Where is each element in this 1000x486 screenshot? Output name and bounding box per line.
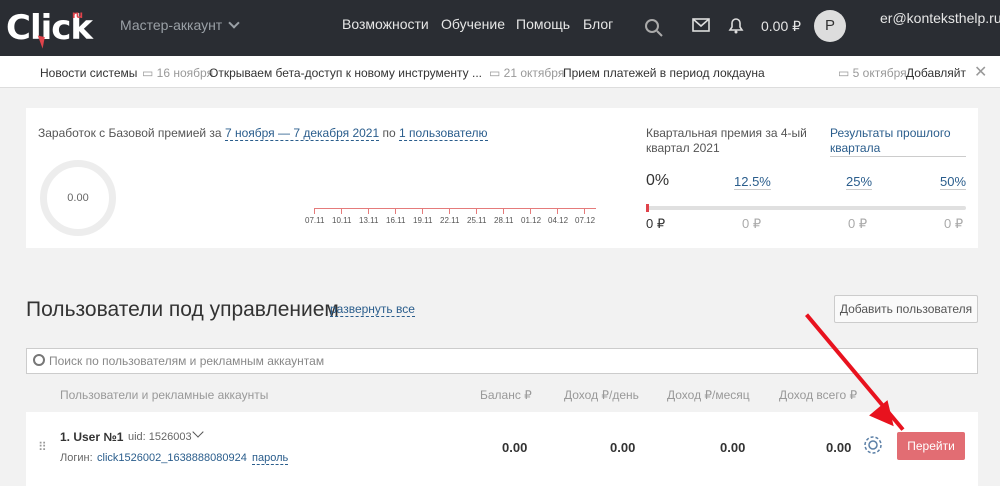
go-button[interactable]: Перейти	[897, 432, 965, 460]
level-2[interactable]: 25%	[846, 174, 873, 190]
news-label: Новости системы	[40, 66, 138, 80]
level-3[interactable]: 50%	[940, 174, 967, 190]
password-link[interactable]: пароль	[252, 452, 289, 465]
timeline-tick	[557, 209, 558, 214]
amount-0: 0 ₽	[646, 216, 666, 231]
timeline-date-label: 28.11	[494, 216, 514, 225]
results-link[interactable]: Результаты прошлого квартала	[830, 126, 966, 157]
avatar[interactable]: P	[814, 10, 846, 42]
timeline-tick	[530, 209, 531, 214]
news-item-3[interactable]: Добавляйт	[906, 66, 966, 80]
account-label: Мастер-аккаунт	[120, 17, 223, 33]
news-item-2[interactable]: Прием платежей в период локдауна	[563, 66, 765, 80]
col-day[interactable]: Доход ₽/день	[564, 388, 639, 402]
gear-icon[interactable]	[863, 435, 883, 455]
user-uid: uid: 1526003	[128, 431, 192, 443]
drag-handle-icon[interactable]: ⠿	[38, 440, 47, 454]
users-title: Пользователи под управлением	[26, 298, 339, 321]
timeline-tick	[422, 209, 423, 214]
news-date-1: ▭ 16 ноября	[142, 66, 214, 80]
add-user-button[interactable]: Добавить пользователя	[834, 295, 978, 323]
nav-blog[interactable]: Блог	[583, 16, 613, 32]
earnings-by: по	[382, 126, 396, 140]
timeline-tick	[368, 209, 369, 214]
month-value: 0.00	[720, 440, 746, 455]
earnings-title: Заработок с Базовой премией за 7 ноября …	[38, 126, 488, 141]
timeline-date-label: 13.11	[359, 216, 379, 225]
col-month[interactable]: Доход ₽/месяц	[667, 388, 750, 402]
balance: 0.00 ₽	[761, 18, 802, 34]
timeline-date-label: 04.12	[548, 216, 569, 225]
timeline-date-label: 16.11	[386, 216, 406, 225]
top-bar: Click ru Мастер-аккаунт Возможности Обуче…	[0, 0, 1000, 56]
col-users: Пользователи и рекламные аккаунты	[60, 388, 269, 402]
login-label: Логин:	[60, 452, 93, 464]
timeline-tick	[341, 209, 342, 214]
logo-sup: ru	[72, 10, 83, 21]
close-icon[interactable]: ✕	[974, 62, 987, 82]
level-1[interactable]: 12.5%	[734, 174, 771, 190]
timeline-date-label: 22.11	[440, 216, 460, 225]
timeline-tick	[584, 209, 585, 214]
expand-all-link[interactable]: развернуть все	[330, 302, 415, 317]
timeline-date-label: 25.11	[467, 216, 487, 225]
nav-help[interactable]: Помощь	[516, 16, 570, 32]
user-email[interactable]: er@konteksthelp.ru	[880, 10, 1000, 26]
account-switcher[interactable]: Мастер-аккаунт	[120, 17, 240, 33]
nav-features[interactable]: Возможности	[342, 16, 429, 32]
timeline-date-label: 19.11	[413, 216, 433, 225]
search-icon	[33, 354, 45, 366]
col-balance[interactable]: Баланс ₽	[480, 388, 532, 402]
quarter-progress-marker	[646, 204, 649, 212]
earnings-users-link[interactable]: 1 пользователю	[399, 126, 488, 141]
bell-icon[interactable]	[726, 15, 746, 35]
quarter-title: Квартальная премия за 4-ый квартал 2021	[646, 126, 807, 155]
quarter-progress-bar	[646, 206, 966, 210]
login-link[interactable]: click1526002_1638888080924	[97, 452, 247, 464]
balance-value: 0.00	[502, 440, 528, 455]
earnings-period-link[interactable]: 7 ноября — 7 декабря 2021	[224, 126, 380, 141]
amount-2: 0 ₽	[848, 216, 868, 231]
logo[interactable]: Click ru	[6, 8, 93, 48]
news-date-1-text: 16 ноября	[156, 66, 214, 80]
news-bar: Новости системы ▭ 16 ноября Открываем бе…	[0, 56, 1000, 88]
news-date-3-text: 5 октября	[852, 66, 907, 80]
earnings-prefix: Заработок с Базовой премией за	[38, 126, 222, 140]
earnings-donut: 0.00	[40, 160, 116, 236]
timeline-date-label: 10.11	[332, 216, 352, 225]
timeline-date-label: 07.12	[575, 216, 596, 225]
timeline-date-label: 01.12	[521, 216, 542, 225]
mail-icon[interactable]	[692, 18, 710, 32]
news-date-2: ▭ 21 октября	[489, 66, 565, 80]
search-icon[interactable]	[644, 18, 664, 38]
news-item-1[interactable]: Открываем бета-доступ к новому инструмен…	[209, 66, 482, 80]
stats-panel: Заработок с Базовой премией за 7 ноября …	[26, 108, 978, 248]
timeline-tick	[314, 209, 315, 214]
timeline-tick	[395, 209, 396, 214]
timeline-date-label: 07.11	[305, 216, 325, 225]
level-0: 0%	[646, 172, 670, 189]
news-date-2-text: 21 октября	[503, 66, 565, 80]
total-value: 0.00	[826, 440, 852, 455]
search-placeholder: Поиск по пользователям и рекламным аккау…	[49, 354, 325, 368]
col-total[interactable]: Доход всего ₽	[779, 388, 857, 402]
news-date-3: ▭ 5 октября	[838, 66, 907, 80]
timeline-tick	[476, 209, 477, 214]
day-value: 0.00	[610, 440, 636, 455]
user-name[interactable]: 1. User №1	[60, 430, 123, 444]
timeline-tick	[503, 209, 504, 214]
amount-3: 0 ₽	[944, 216, 964, 231]
nav-learning[interactable]: Обучение	[441, 16, 505, 32]
chevron-down-icon	[228, 17, 240, 29]
timeline-axis	[314, 208, 596, 209]
timeline-tick	[449, 209, 450, 214]
amount-1: 0 ₽	[742, 216, 762, 231]
